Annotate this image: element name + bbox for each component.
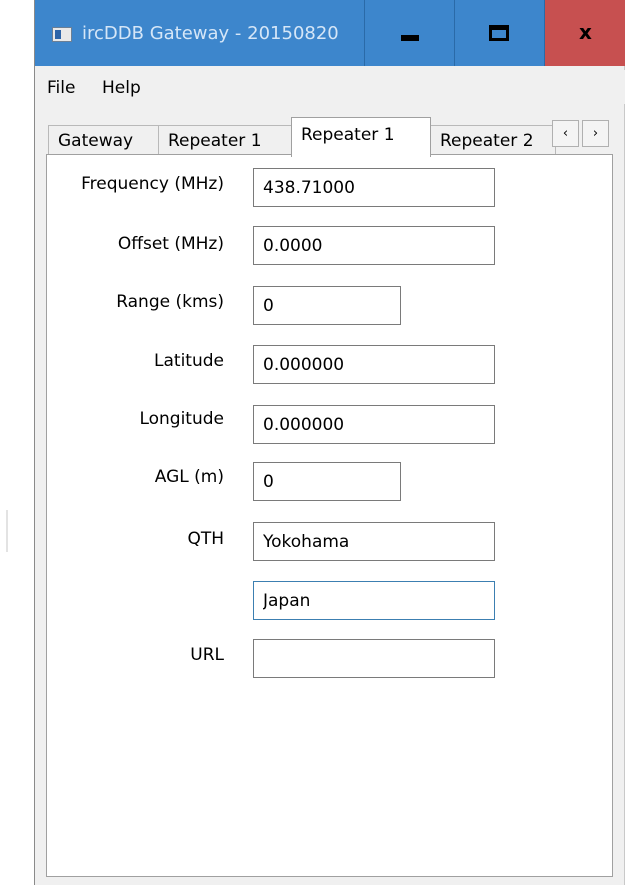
desktop-edge-mark — [6, 510, 8, 552]
tab-scroll-left-button[interactable]: ‹ — [552, 120, 579, 147]
tab-scroll-right-button[interactable]: › — [582, 120, 609, 147]
longitude-label: Longitude — [139, 409, 224, 429]
qth-input[interactable] — [253, 522, 495, 561]
frequency-input[interactable] — [253, 168, 495, 207]
maximize-button[interactable] — [454, 0, 544, 66]
minimize-icon — [401, 35, 419, 41]
title-bar[interactable]: ircDDB Gateway - 20150820 x — [35, 0, 625, 66]
range-input[interactable] — [253, 286, 401, 325]
close-icon: x — [579, 20, 592, 44]
range-label: Range (kms) — [116, 292, 224, 312]
repeater-settings-panel: Frequency (MHz) Offset (MHz) Range (kms)… — [46, 154, 613, 877]
offset-label: Offset (MHz) — [117, 234, 224, 254]
close-button[interactable]: x — [544, 0, 625, 66]
latitude-label: Latitude — [154, 351, 224, 371]
agl-input[interactable] — [253, 462, 401, 501]
menu-file[interactable]: File — [47, 76, 75, 100]
desktop-background — [0, 0, 34, 885]
agl-label: AGL (m) — [154, 467, 224, 487]
offset-input[interactable] — [253, 226, 495, 265]
tab-repeater-1[interactable]: Repeater 1 — [158, 125, 293, 155]
tab-repeater-2[interactable]: Repeater 2 — [430, 125, 556, 155]
qth-label: QTH — [187, 529, 224, 549]
qth-line-2-input[interactable] — [253, 581, 495, 620]
url-input[interactable] — [253, 639, 495, 678]
menu-help[interactable]: Help — [102, 76, 141, 100]
app-window: ircDDB Gateway - 20150820 x File Help Ga… — [34, 0, 625, 885]
latitude-input[interactable] — [253, 345, 495, 384]
tab-repeater-1-selected[interactable]: Repeater 1 — [291, 117, 431, 157]
maximize-icon — [489, 25, 509, 41]
menu-bar: File Help — [35, 70, 625, 104]
url-label: URL — [190, 645, 224, 665]
longitude-input[interactable] — [253, 405, 495, 444]
window-title: ircDDB Gateway - 20150820 — [82, 23, 339, 44]
app-icon — [52, 27, 72, 42]
frequency-label: Frequency (MHz) — [81, 174, 224, 194]
tab-gateway[interactable]: Gateway — [48, 125, 159, 155]
minimize-button[interactable] — [364, 0, 454, 66]
